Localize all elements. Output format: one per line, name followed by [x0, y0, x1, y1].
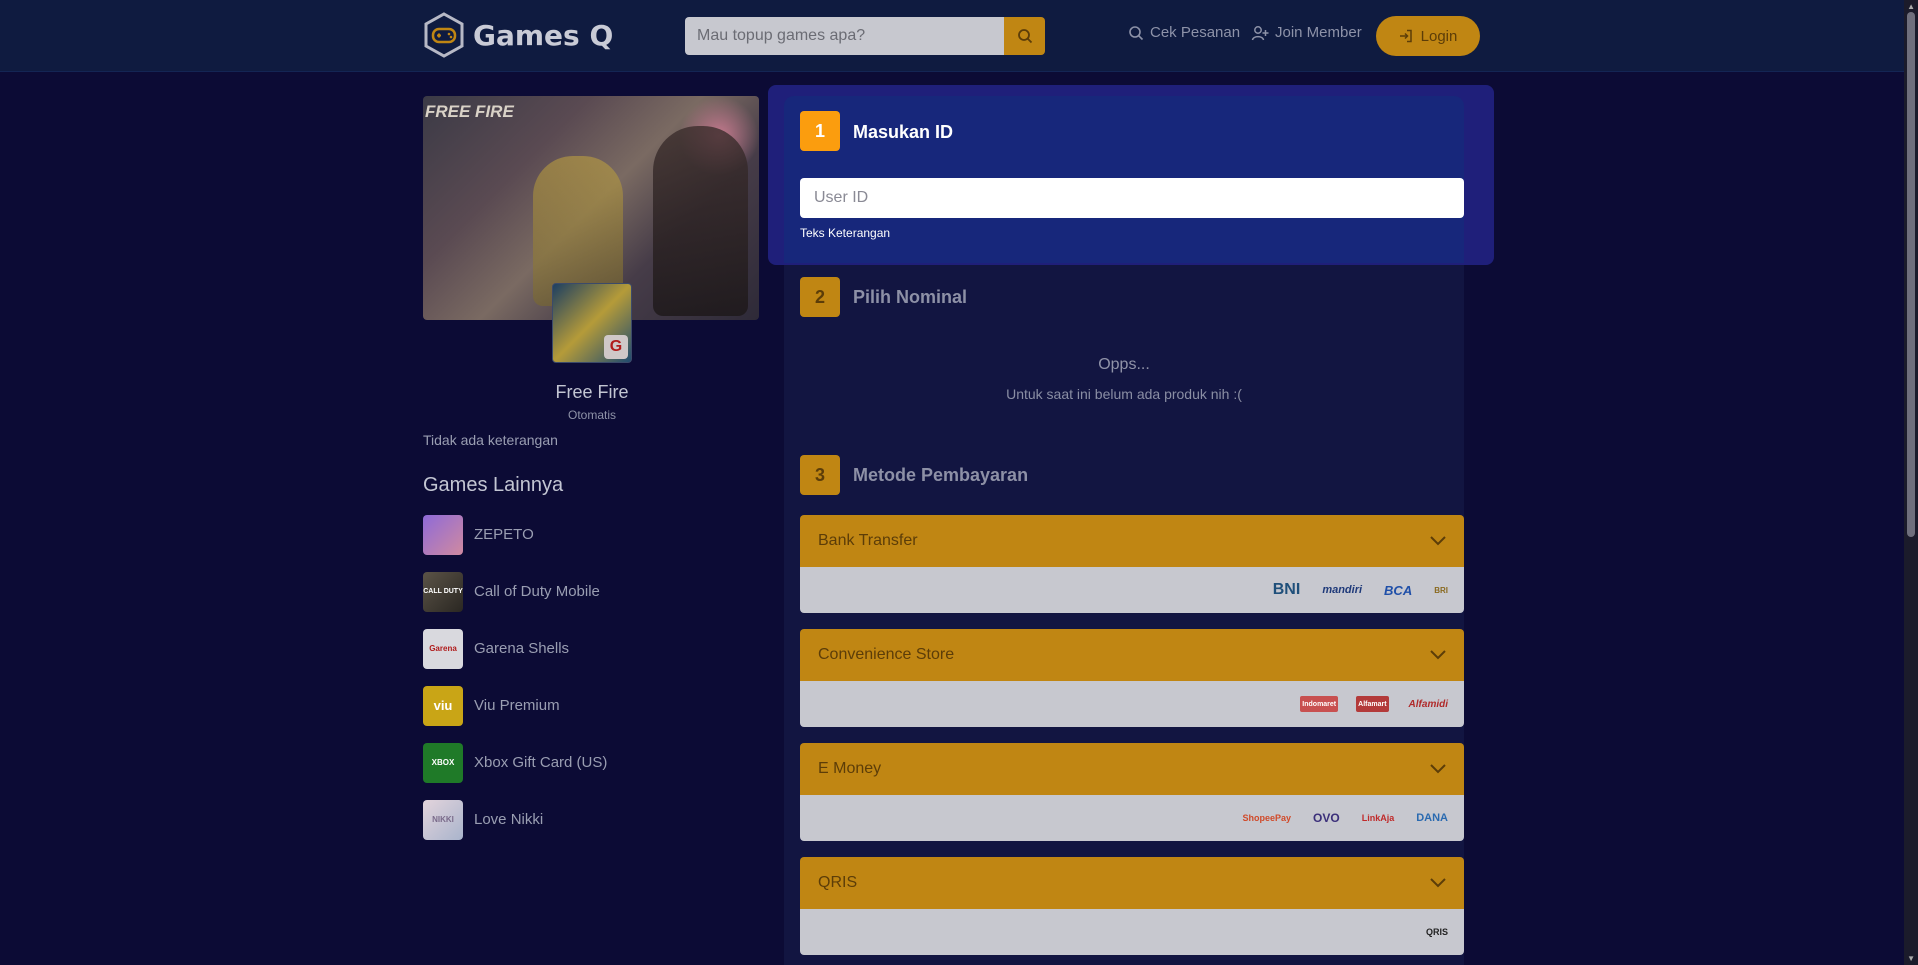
nav-join-member[interactable]: Join Member	[1251, 24, 1362, 41]
payment-logo: Indomaret	[1300, 696, 1339, 712]
search-button[interactable]	[1004, 17, 1045, 55]
payment-group-header[interactable]: E Money	[800, 743, 1464, 795]
game-thumbnail: CALL DUTY	[423, 571, 463, 612]
nav-check-order[interactable]: Cek Pesanan	[1128, 24, 1240, 41]
login-icon	[1399, 29, 1412, 43]
step-number: 3	[800, 455, 840, 495]
game-title: Free Fire	[555, 382, 629, 402]
game-icon: G	[552, 283, 632, 363]
game-description: Tidak ada keterangan	[423, 432, 558, 448]
chevron-down-icon	[1430, 650, 1446, 660]
banner-figure	[653, 126, 748, 316]
other-games-list: ZEPETO CALL DUTY Call of Duty Mobile Gar…	[423, 514, 761, 856]
chevron-down-icon	[1430, 536, 1446, 546]
nav-join-member-label: Join Member	[1275, 24, 1362, 41]
banner-game-logo: FREE FIRE	[425, 102, 514, 121]
payment-logo: BNI	[1272, 581, 1301, 598]
payment-logo: Alfamart	[1356, 696, 1389, 712]
search-input[interactable]	[685, 17, 1004, 55]
payment-logos: QRIS	[800, 909, 1464, 955]
payment-logo: Alfamidi	[1408, 698, 1448, 710]
step-title: Metode Pembayaran	[853, 465, 1029, 485]
payment-logos: ShopeePay OVO LinkAja DANA	[800, 795, 1464, 841]
other-game-name: Call of Duty Mobile	[474, 583, 600, 600]
other-game-name: Love Nikki	[474, 811, 544, 828]
payment-group-header[interactable]: QRIS	[800, 857, 1464, 909]
payment-group-title: Convenience Store	[818, 646, 955, 663]
brand-logo[interactable]: Games Q	[423, 12, 613, 58]
game-thumbnail: viu	[423, 685, 463, 726]
nav-check-order-label: Cek Pesanan	[1150, 24, 1241, 41]
empty-state-text: Untuk saat ini belum ada produk nih :(	[1006, 386, 1242, 402]
payment-logos: Indomaret Alfamart Alfamidi	[800, 681, 1464, 727]
scroll-down-icon[interactable]: ▼	[1907, 954, 1915, 963]
payment-logo: ShopeePay	[1242, 813, 1292, 823]
search-bar	[685, 17, 1045, 55]
scroll-thumb[interactable]	[1907, 12, 1915, 537]
payment-logo: QRIS	[1425, 927, 1448, 937]
payment-group-title: QRIS	[818, 874, 858, 891]
payment-logo: OVO	[1313, 811, 1340, 825]
game-thumbnail	[423, 514, 463, 555]
payment-group-header[interactable]: Bank Transfer	[800, 515, 1464, 567]
game-thumbnail: NIKKI	[423, 799, 463, 840]
chevron-down-icon	[1430, 878, 1446, 888]
search-icon	[1017, 29, 1032, 44]
search-icon	[1129, 25, 1144, 40]
step-number: 1	[800, 111, 840, 151]
payment-logo: LinkAja	[1361, 813, 1395, 823]
payment-group-qris: QRIS QRIS	[800, 857, 1464, 955]
page-scrollbar[interactable]: ▲ ▼	[1904, 0, 1918, 965]
payment-logo: BCA	[1384, 582, 1413, 598]
other-game-item[interactable]: Garena Garena Shells	[423, 628, 761, 669]
brand-name: Games Q	[473, 18, 614, 52]
user-plus-icon	[1251, 25, 1269, 40]
step-number: 2	[800, 277, 840, 317]
payment-logo: mandiri	[1322, 584, 1363, 596]
scroll-up-icon[interactable]: ▲	[1907, 2, 1915, 11]
other-game-item[interactable]: CALL DUTY Call of Duty Mobile	[423, 571, 761, 612]
step-title: Masukan ID	[853, 122, 954, 142]
login-button[interactable]: Login	[1376, 16, 1480, 56]
payment-group-e-money: E Money ShopeePay OVO LinkAja DANA	[800, 743, 1464, 841]
login-label: Login	[1420, 27, 1458, 45]
top-header: Games Q Cek Pesanan Join Member	[0, 0, 1904, 72]
other-game-name: ZEPETO	[474, 526, 534, 543]
empty-state-title: Opps...	[1098, 356, 1150, 373]
payment-group-bank-transfer: Bank Transfer BNI mandiri BCA BRI	[800, 515, 1464, 613]
payment-group-title: Bank Transfer	[818, 532, 918, 549]
payment-group-header[interactable]: Convenience Store	[800, 629, 1464, 681]
game-mode: Otomatis	[567, 408, 616, 422]
other-game-item[interactable]: XBOX Xbox Gift Card (US)	[423, 742, 761, 783]
payment-logo: DANA	[1416, 812, 1448, 824]
game-thumbnail: Garena	[423, 628, 463, 669]
chevron-down-icon	[1430, 764, 1446, 774]
game-thumbnail: XBOX	[423, 742, 463, 783]
payment-group-convenience-store: Convenience Store Indomaret Alfamart Alf…	[800, 629, 1464, 727]
payment-logos: BNI mandiri BCA BRI	[800, 567, 1464, 613]
other-games-title: Games Lainnya	[423, 474, 564, 496]
other-game-name: Xbox Gift Card (US)	[474, 754, 608, 771]
gamepad-logo-icon	[424, 12, 464, 58]
other-game-item[interactable]: ZEPETO	[423, 514, 761, 555]
other-game-name: Viu Premium	[474, 697, 560, 714]
step-title: Pilih Nominal	[853, 287, 968, 307]
step-enter-id: 1 Masukan ID Teks Keterangan	[784, 96, 1464, 263]
payment-group-title: E Money	[818, 760, 882, 777]
other-game-item[interactable]: viu Viu Premium	[423, 685, 761, 726]
other-game-name: Garena Shells	[474, 640, 570, 657]
garena-badge-icon: G	[604, 335, 628, 359]
game-info-column: FREE FIRE G Free Fire Otomatis Tidak ada…	[423, 96, 761, 840]
other-game-item[interactable]: NIKKI Love Nikki	[423, 799, 761, 840]
payment-logo: BRI	[1434, 585, 1448, 595]
user-id-input[interactable]	[800, 178, 1464, 218]
input-hint: Teks Keterangan	[800, 226, 891, 240]
